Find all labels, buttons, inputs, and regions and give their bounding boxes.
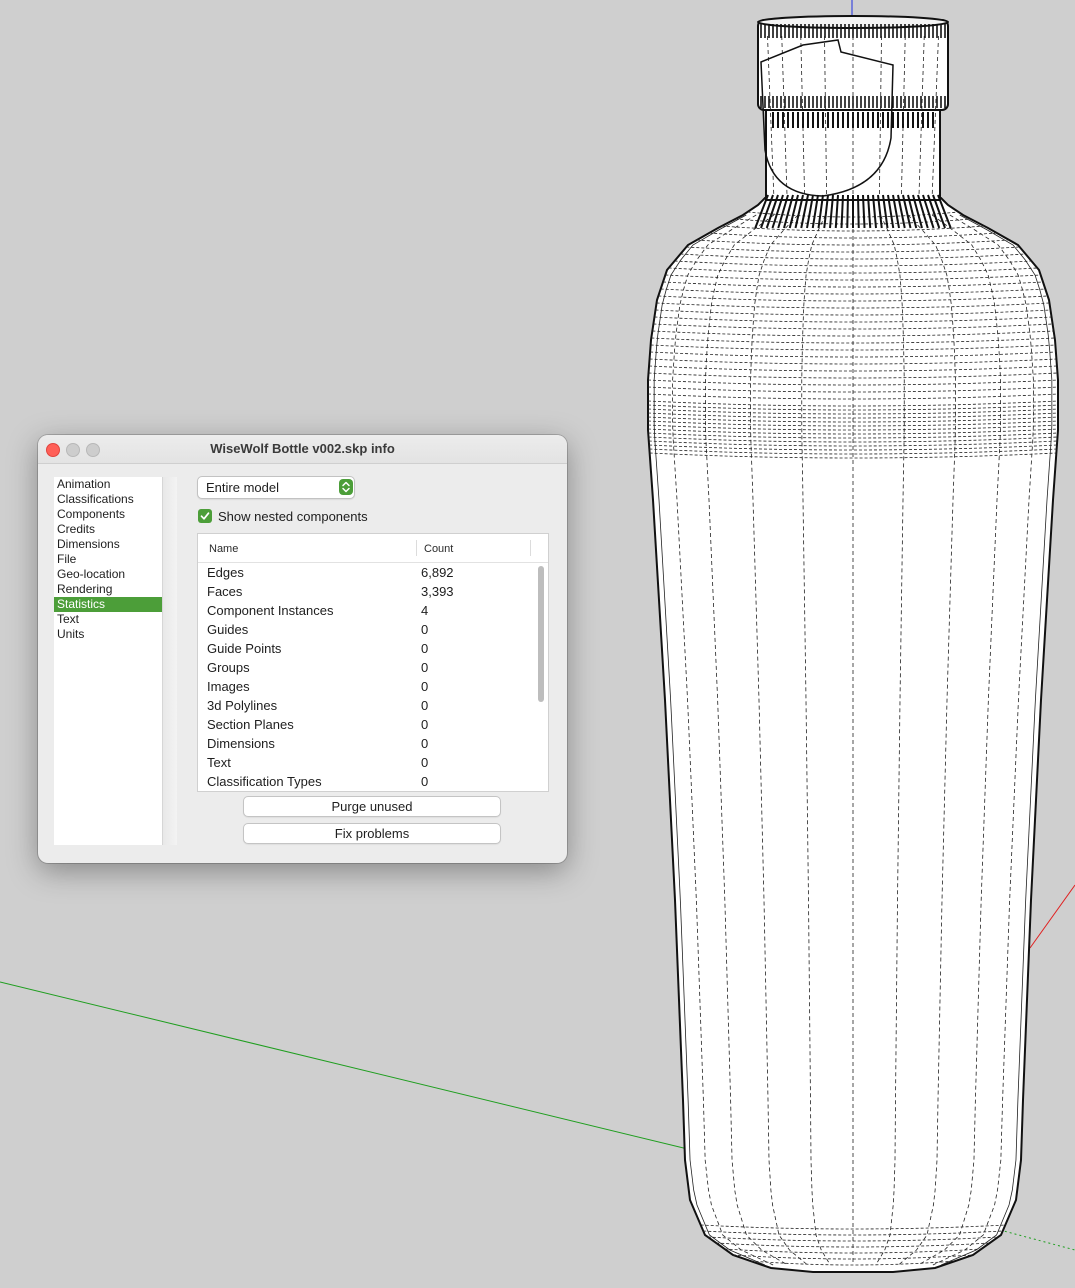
row-count: 0 <box>421 679 429 694</box>
row-count: 0 <box>421 774 429 789</box>
table-row[interactable]: Faces 3,393 <box>198 582 534 601</box>
row-name: Edges <box>207 565 244 580</box>
show-nested-label: Show nested components <box>218 509 368 524</box>
table-row[interactable]: Component Instances 4 <box>198 601 534 620</box>
sidebar-item-statistics[interactable]: Statistics <box>54 597 162 612</box>
row-count: 0 <box>421 698 429 713</box>
bottle-model[interactable] <box>647 15 1059 1273</box>
row-count: 0 <box>421 736 429 751</box>
sidebar-item-dimensions[interactable]: Dimensions <box>54 537 162 552</box>
show-nested-checkbox[interactable] <box>198 509 212 523</box>
chevron-updown-icon <box>339 479 353 495</box>
green-axis-hidden <box>999 1229 1075 1251</box>
neck-flare-line <box>857 194 860 229</box>
column-separator[interactable] <box>416 540 417 556</box>
scrollbar-thumb[interactable] <box>538 566 544 702</box>
purge-unused-button[interactable]: Purge unused <box>243 796 501 817</box>
fix-problems-button[interactable]: Fix problems <box>243 823 501 844</box>
row-name: Section Planes <box>207 717 294 732</box>
row-name: Faces <box>207 584 243 599</box>
sidebar-item-credits[interactable]: Credits <box>54 522 162 537</box>
table-row[interactable]: Text 0 <box>198 753 534 772</box>
statistics-table: Name Count Edges 6,892 Faces 3,393 Compone… <box>197 533 549 792</box>
row-count: 0 <box>421 755 429 770</box>
table-row[interactable]: 3d Polylines 0 <box>198 696 534 715</box>
table-body: Edges 6,892 Faces 3,393 Component Instance… <box>198 563 534 791</box>
table-header: Name Count <box>198 534 548 563</box>
scope-select-value: Entire model <box>206 480 279 495</box>
row-name: Guides <box>207 622 249 637</box>
titlebar[interactable]: WiseWolf Bottle v002.skp info <box>38 435 567 464</box>
row-count: 0 <box>421 660 429 675</box>
checkmark-icon <box>200 512 210 520</box>
model-info-dialog: WiseWolf Bottle v002.skp info Animation … <box>38 435 567 863</box>
table-row[interactable]: Dimensions 0 <box>198 734 534 753</box>
sidebar-item-units[interactable]: Units <box>54 627 162 642</box>
row-count: 4 <box>421 603 429 618</box>
table-scrollbar[interactable] <box>535 564 547 789</box>
table-row[interactable]: Groups 0 <box>198 658 534 677</box>
row-count: 0 <box>421 717 429 732</box>
sidebar-divider[interactable] <box>163 477 177 845</box>
table-row[interactable]: Section Planes 0 <box>198 715 534 734</box>
row-count: 0 <box>421 622 429 637</box>
column-header-count[interactable]: Count <box>424 543 453 555</box>
table-row[interactable]: Images 0 <box>198 677 534 696</box>
red-axis <box>1029 884 1075 949</box>
table-row[interactable]: Classification Types 0 <box>198 772 534 791</box>
sidebar-item-components[interactable]: Components <box>54 507 162 522</box>
column-header-name[interactable]: Name <box>209 543 238 555</box>
row-name: Images <box>207 679 250 694</box>
scope-select[interactable]: Entire model <box>197 476 355 499</box>
sidebar-item-rendering[interactable]: Rendering <box>54 582 162 597</box>
table-row[interactable]: Edges 6,892 <box>198 563 534 582</box>
row-name: Text <box>207 755 231 770</box>
row-name: 3d Polylines <box>207 698 278 713</box>
row-count: 0 <box>421 641 429 656</box>
category-sidebar: Animation Classifications Components Cre… <box>54 477 163 845</box>
row-name: Component Instances <box>207 603 334 618</box>
row-name: Dimensions <box>207 736 275 751</box>
row-count: 3,393 <box>421 584 454 599</box>
sidebar-item-classifications[interactable]: Classifications <box>54 492 162 507</box>
column-separator[interactable] <box>530 540 531 556</box>
sidebar-item-file[interactable]: File <box>54 552 162 567</box>
row-name: Groups <box>207 660 250 675</box>
table-row[interactable]: Guides 0 <box>198 620 534 639</box>
green-axis <box>0 981 701 1153</box>
table-row[interactable]: Guide Points 0 <box>198 639 534 658</box>
neck-flare-line <box>846 194 849 229</box>
sidebar-item-text[interactable]: Text <box>54 612 162 627</box>
row-count: 6,892 <box>421 565 454 580</box>
sidebar-item-geo-location[interactable]: Geo-location <box>54 567 162 582</box>
row-name: Guide Points <box>207 641 282 656</box>
row-name: Classification Types <box>207 774 322 789</box>
sidebar-item-animation[interactable]: Animation <box>54 477 162 492</box>
window-title: WiseWolf Bottle v002.skp info <box>210 441 395 456</box>
